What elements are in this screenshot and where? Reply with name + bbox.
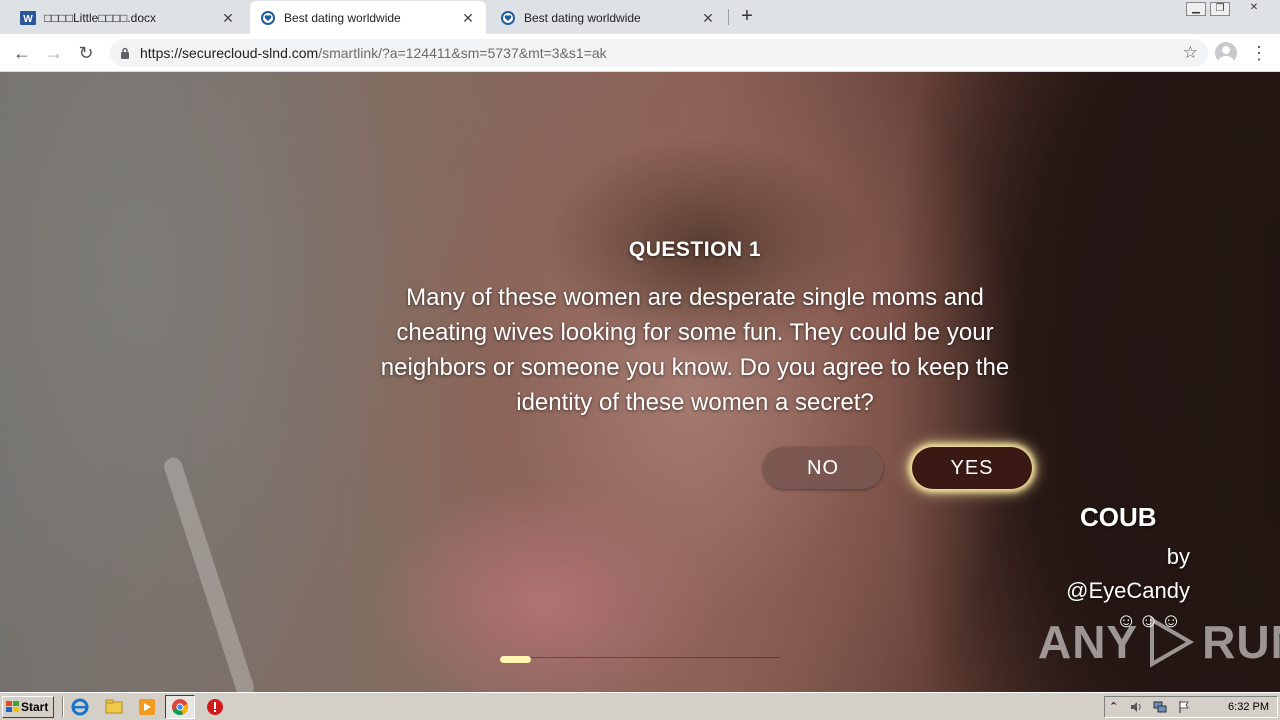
- system-tray: ⌃ 6:32 PM: [1104, 696, 1278, 718]
- svg-text:W: W: [23, 14, 33, 25]
- tab-dating-active[interactable]: Best dating worldwide ✕: [250, 1, 486, 34]
- taskbar: Start ⌃ 6:32 PM: [0, 692, 1280, 720]
- question-text: Many of these women are desperate single…: [380, 284, 1010, 416]
- start-button[interactable]: Start: [2, 696, 54, 718]
- heart-shield-icon: [260, 10, 276, 26]
- new-tab-plus-icon[interactable]: +: [736, 6, 758, 28]
- folder-icon[interactable]: [104, 697, 124, 717]
- stop-sign-icon[interactable]: [205, 697, 225, 717]
- address-bar[interactable]: https://securecloud-slnd.com/smartlink/?…: [110, 39, 1208, 67]
- reload-icon[interactable]: ↻: [74, 41, 98, 65]
- chrome-icon: [172, 699, 189, 716]
- video-progress-fill: [500, 656, 531, 663]
- anyrun-watermark: ANY RUN: [1038, 612, 1280, 672]
- windows-flag-icon: [6, 701, 19, 712]
- coub-by-label: by: [1166, 544, 1190, 569]
- tab-strip: W □□□□Little□□□□.docx ✕ Best dating worl…: [0, 0, 1280, 34]
- network-icon[interactable]: [1153, 700, 1167, 714]
- restore-icon[interactable]: ❐: [1210, 2, 1230, 16]
- watermark-left-text: ANY: [1038, 616, 1139, 668]
- tab-docx[interactable]: W □□□□Little□□□□.docx ✕: [10, 1, 246, 34]
- tab-divider: [728, 9, 729, 25]
- volume-icon[interactable]: [1129, 700, 1143, 714]
- watermark-right-text: RUN: [1202, 616, 1280, 668]
- coub-logo: COUB: [1080, 502, 1157, 532]
- browser-toolbar: ← → ↻ https://securecloud-slnd.com/smart…: [0, 34, 1280, 72]
- heart-shield-icon: [500, 10, 516, 26]
- no-button[interactable]: NO: [763, 447, 883, 489]
- internet-explorer-icon[interactable]: [70, 697, 90, 717]
- taskbar-divider: [62, 697, 64, 717]
- tab-close-icon[interactable]: ✕: [220, 10, 236, 26]
- question-heading: QUESTION 1: [628, 238, 762, 261]
- tab-close-icon[interactable]: ✕: [700, 10, 716, 26]
- media-player-icon[interactable]: [137, 697, 157, 717]
- url-host: https://securecloud-slnd.com: [140, 45, 319, 61]
- bookmark-star-icon[interactable]: ☆: [1183, 39, 1198, 67]
- clock: 6:32 PM: [1228, 701, 1269, 713]
- tab-title: □□□□Little□□□□.docx: [44, 10, 157, 25]
- tray-expand-icon[interactable]: ⌃: [1109, 700, 1123, 714]
- word-icon: W: [20, 10, 36, 26]
- tab-title: Best dating worldwide: [284, 10, 401, 25]
- lock-icon: [121, 47, 129, 59]
- play-triangle-icon: [1150, 616, 1195, 668]
- back-arrow-icon[interactable]: ←: [10, 41, 34, 65]
- yes-button[interactable]: YES: [912, 447, 1032, 489]
- url-path: /smartlink/?a=124411&sm=5737&mt=3&s1=ak: [318, 45, 607, 61]
- window-close-icon[interactable]: ✕: [1244, 2, 1264, 16]
- action-center-flag-icon[interactable]: [1177, 700, 1191, 714]
- tab-dating[interactable]: Best dating worldwide ✕: [490, 1, 726, 34]
- video-progress-track[interactable]: [500, 657, 780, 658]
- coub-handle: @EyeCandy: [1066, 578, 1190, 603]
- page-viewport: QUESTION 1 Many of these women are despe…: [0, 72, 1280, 692]
- minimize-icon[interactable]: ▁: [1186, 2, 1206, 16]
- chrome-taskbar-button[interactable]: [165, 695, 195, 719]
- profile-avatar-icon[interactable]: [1215, 42, 1237, 64]
- tab-close-icon[interactable]: ✕: [460, 10, 476, 26]
- forward-arrow-icon[interactable]: →: [42, 41, 66, 65]
- tab-title: Best dating worldwide: [524, 10, 641, 25]
- start-label: Start: [21, 700, 49, 714]
- menu-dots-icon[interactable]: ⋮: [1250, 41, 1268, 65]
